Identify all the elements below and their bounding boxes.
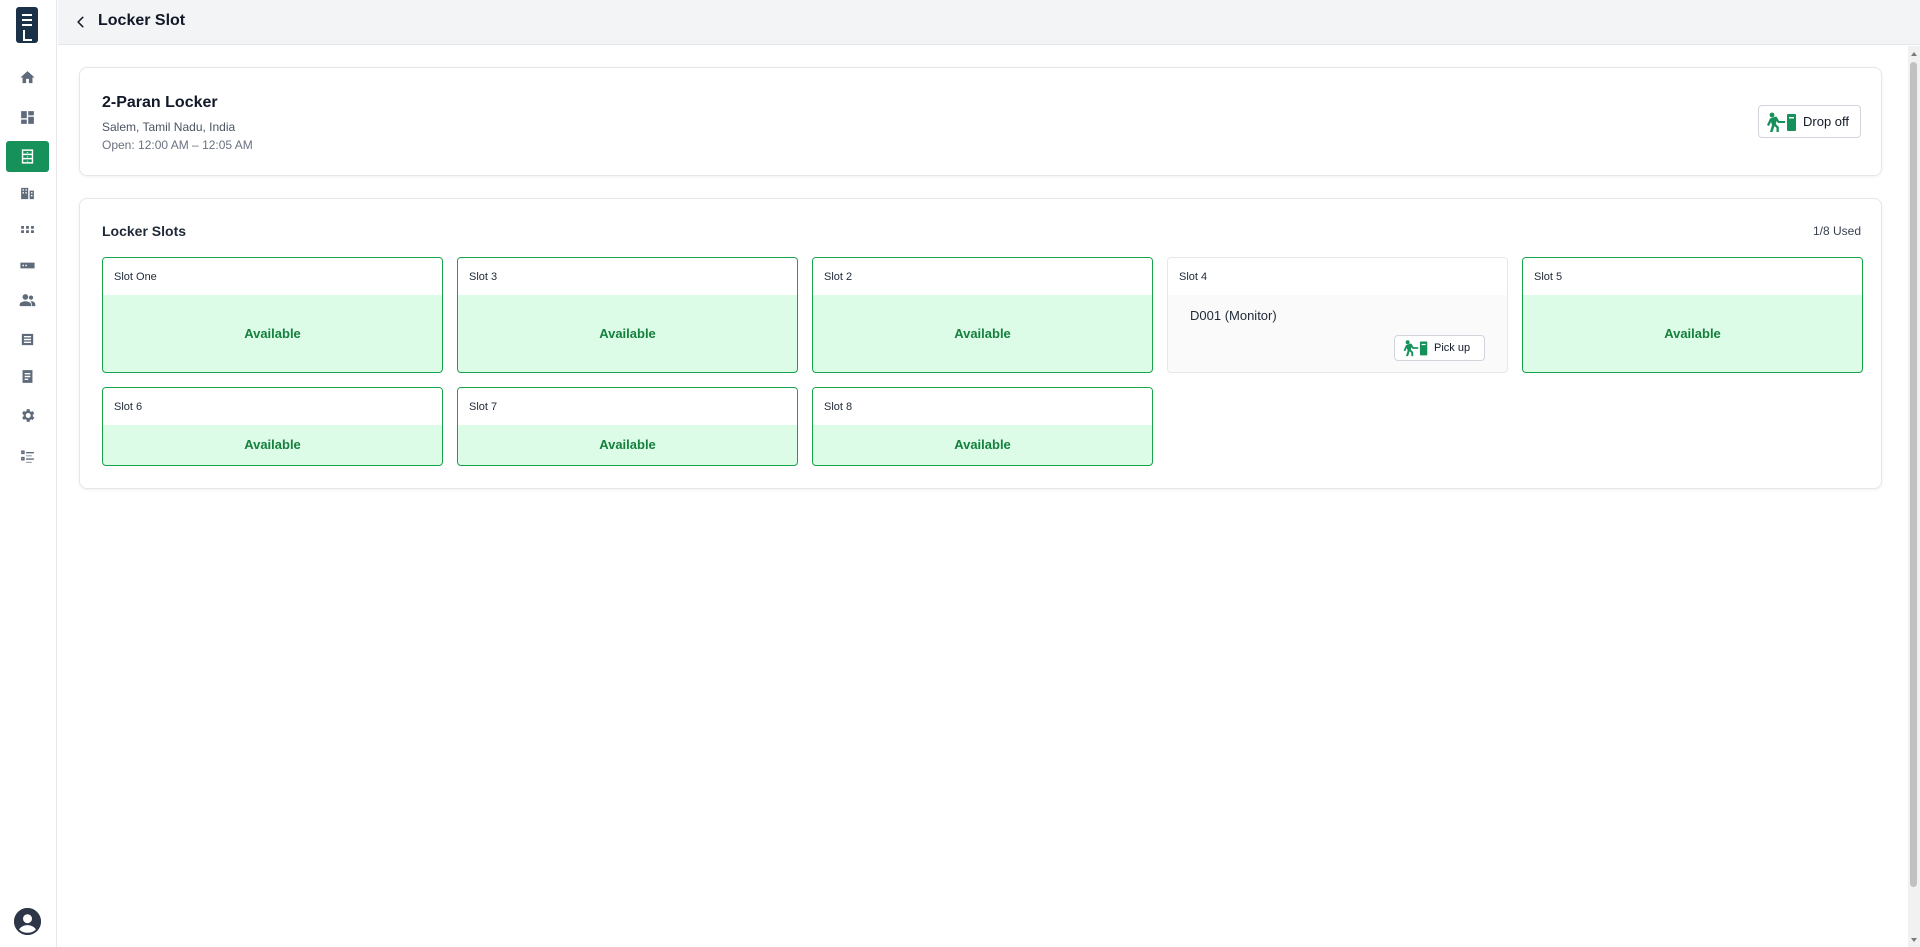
- top-bar: Locker Slot: [58, 0, 1920, 45]
- sidebar-item-devices[interactable]: [6, 250, 49, 281]
- pick-up-icon: [1403, 340, 1428, 357]
- sidebar-item-list[interactable]: [6, 324, 49, 355]
- slot-item: D001 (Monitor): [1190, 308, 1277, 323]
- locker-icon: [21, 149, 34, 164]
- page-title: Locker Slot: [98, 12, 186, 29]
- profile-avatar[interactable]: [14, 908, 41, 935]
- building-icon: [21, 187, 34, 200]
- slot-status: Available: [244, 326, 301, 341]
- sidebar-item-apps[interactable]: [6, 214, 49, 245]
- slot-status: Available: [244, 437, 301, 452]
- slot-status: Available: [599, 326, 656, 341]
- locker-slots-title: Locker Slots: [102, 223, 187, 239]
- sidebar-item-buildings[interactable]: [6, 178, 49, 209]
- slot-name: Slot One: [103, 258, 442, 295]
- slots-used-count: 1/8 Used: [1812, 224, 1861, 238]
- slot-name: Slot 5: [1523, 258, 1862, 295]
- sidebar-item-users[interactable]: [6, 285, 49, 316]
- list-icon: [21, 333, 34, 346]
- drop-off-button[interactable]: Drop off: [1758, 105, 1861, 138]
- slot-card[interactable]: Slot 3 Available: [457, 257, 798, 373]
- slot-card[interactable]: Slot 6 Available: [102, 387, 443, 466]
- chevron-left-icon: [77, 16, 84, 28]
- locker-slots-card: Locker Slots 1/8 Used Slot One Available…: [79, 198, 1882, 489]
- slot-card[interactable]: Slot 5 Available: [1522, 257, 1863, 373]
- slot-status: Available: [954, 326, 1011, 341]
- device-icon: [20, 262, 35, 269]
- pick-up-button[interactable]: Pick up: [1394, 335, 1485, 361]
- gear-icon: [22, 409, 35, 422]
- locker-hours: Open: 12:00 AM – 12:05 AM: [102, 138, 253, 152]
- document-icon: [22, 370, 33, 383]
- locker-location: Salem, Tamil Nadu, India: [102, 120, 236, 134]
- scroll-down-arrow-icon[interactable]: [1910, 936, 1918, 944]
- sidebar-item-documents[interactable]: [6, 361, 49, 392]
- sidebar-item-checklist[interactable]: [6, 440, 49, 471]
- grid-icon: [21, 225, 34, 234]
- slot-status: Available: [1664, 326, 1721, 341]
- slot-name: Slot 7: [458, 388, 797, 425]
- slot-name: Slot 6: [103, 388, 442, 425]
- drop-off-label: Drop off: [1803, 114, 1850, 129]
- pick-up-label: Pick up: [1434, 342, 1471, 354]
- app-logo[interactable]: [16, 7, 38, 43]
- home-icon: [20, 71, 35, 84]
- sidebar: [0, 0, 57, 947]
- sidebar-item-home[interactable]: [6, 62, 49, 93]
- slot-name: Slot 8: [813, 388, 1152, 425]
- slot-card[interactable]: Slot 7 Available: [457, 387, 798, 466]
- back-button[interactable]: [70, 11, 92, 33]
- slot-status: Available: [954, 437, 1011, 452]
- sidebar-item-settings[interactable]: [6, 400, 49, 431]
- checklist-icon: [21, 450, 34, 463]
- slot-card[interactable]: Slot 8 Available: [812, 387, 1153, 466]
- sidebar-item-lockers[interactable]: [6, 141, 49, 172]
- account-icon: [14, 908, 41, 935]
- users-icon: [19, 294, 36, 307]
- scroll-up-arrow-icon[interactable]: [1910, 50, 1918, 58]
- slot-card[interactable]: Slot One Available: [102, 257, 443, 373]
- drop-off-icon: [1767, 112, 1796, 132]
- slot-name: Slot 2: [813, 258, 1152, 295]
- slot-name: Slot 3: [458, 258, 797, 295]
- dashboard-icon: [21, 111, 34, 124]
- locker-info-card: 2-Paran Locker Salem, Tamil Nadu, India …: [79, 67, 1882, 176]
- slot-card[interactable]: Slot 2 Available: [812, 257, 1153, 373]
- slot-card-occupied[interactable]: Slot 4 D001 (Monitor) Pick up: [1167, 257, 1508, 373]
- sidebar-item-dashboard[interactable]: [6, 102, 49, 133]
- locker-name: 2-Paran Locker: [102, 94, 218, 111]
- slot-name: Slot 4: [1168, 258, 1507, 295]
- slot-status: Available: [599, 437, 656, 452]
- scrollbar-thumb[interactable]: [1910, 62, 1917, 887]
